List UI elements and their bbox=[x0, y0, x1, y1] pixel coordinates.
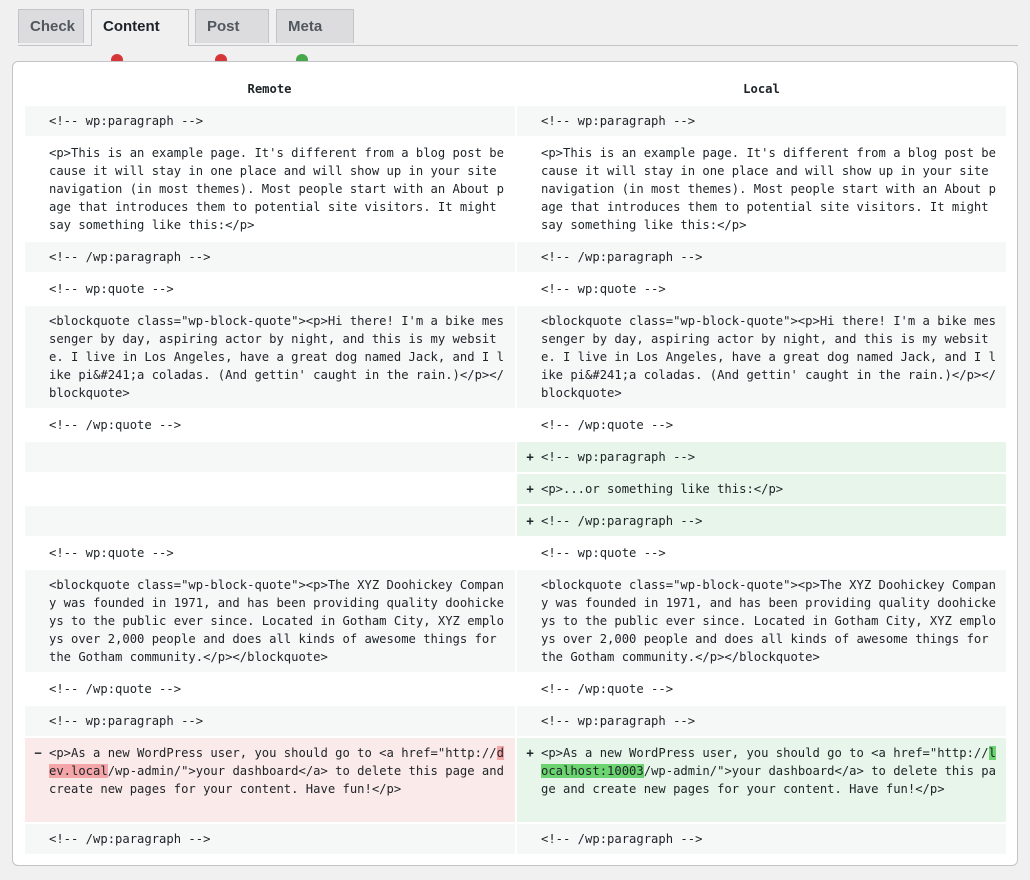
diff-cell-remote: − <p>As a new WordPress user, you should … bbox=[25, 738, 515, 822]
diff-cell-remote: <!-- wp:paragraph --> bbox=[25, 706, 515, 736]
diff-cell-local: <!-- wp:quote --> bbox=[517, 538, 1006, 568]
diff-cell-local: <!-- /wp:quote --> bbox=[517, 410, 1006, 440]
diff-cell-local: <p>This is an example page. It's differe… bbox=[517, 138, 1006, 240]
column-header-remote: Remote bbox=[247, 82, 292, 96]
code-text: <p>This is an example page. It's differe… bbox=[541, 146, 996, 232]
code-text: <!-- /wp:paragraph --> bbox=[49, 832, 211, 846]
code-text: <!-- /wp:quote --> bbox=[49, 418, 182, 432]
diff-cell-remote: <!-- wp:quote --> bbox=[25, 274, 515, 304]
diff-cell-remote bbox=[25, 506, 515, 536]
diff-cell-remote bbox=[25, 474, 515, 504]
plus-icon: + bbox=[526, 482, 534, 496]
diff-cell-local: + <!-- /wp:paragraph --> bbox=[517, 506, 1006, 536]
column-header-local: Local bbox=[743, 82, 780, 96]
tab-meta[interactable]: Meta bbox=[276, 9, 354, 66]
minus-icon: − bbox=[34, 746, 42, 760]
code-text: <p>As a new WordPress user, you should g… bbox=[49, 746, 497, 760]
plus-icon: + bbox=[526, 514, 534, 528]
tab-bar: Check Content Post Meta bbox=[18, 9, 1018, 66]
code-text: <blockquote class="wp-block-quote"><p>Hi… bbox=[49, 314, 504, 400]
diff-cell-local: + <p>As a new WordPress user, you should … bbox=[517, 738, 1006, 822]
code-text: <!-- wp:quote --> bbox=[49, 282, 174, 296]
diff-cell-remote: <!-- /wp:paragraph --> bbox=[25, 242, 515, 272]
diff-cell-local: <!-- wp:paragraph --> bbox=[517, 106, 1006, 136]
tab-check[interactable]: Check bbox=[18, 9, 84, 43]
diff-cell-local: <blockquote class="wp-block-quote"><p>Th… bbox=[517, 570, 1006, 672]
code-text: <p>As a new WordPress user, you should g… bbox=[541, 746, 989, 760]
diff-cell-local: + <p>...or something like this:</p> bbox=[517, 474, 1006, 504]
tab-post[interactable]: Post bbox=[195, 9, 269, 66]
tab-content[interactable]: Content bbox=[91, 9, 189, 66]
tab-label: Post bbox=[207, 18, 240, 35]
code-text: <!-- wp:quote --> bbox=[541, 282, 666, 296]
code-text: <!-- /wp:quote --> bbox=[541, 418, 674, 432]
code-text: <!-- wp:quote --> bbox=[541, 546, 666, 560]
code-text: <!-- wp:paragraph --> bbox=[541, 114, 696, 128]
diff-cell-remote: <!-- wp:quote --> bbox=[25, 538, 515, 568]
code-text: <blockquote class="wp-block-quote"><p>Hi… bbox=[541, 314, 996, 400]
diff-cell-local: <blockquote class="wp-block-quote"><p>Hi… bbox=[517, 306, 1006, 408]
code-text: <!-- wp:paragraph --> bbox=[541, 450, 696, 464]
diff-cell-remote bbox=[25, 442, 515, 472]
code-text: <!-- /wp:paragraph --> bbox=[49, 250, 211, 264]
code-text: <!-- /wp:quote --> bbox=[49, 682, 182, 696]
diff-cell-local: <!-- /wp:quote --> bbox=[517, 674, 1006, 704]
code-text: <p>This is an example page. It's differe… bbox=[49, 146, 504, 232]
diff-cell-local: <!-- /wp:paragraph --> bbox=[517, 242, 1006, 272]
code-text: /wp-admin/">your dashboard</a> to delete… bbox=[49, 764, 512, 796]
code-text: <!-- /wp:paragraph --> bbox=[541, 250, 703, 264]
diff-cell-remote: <!-- wp:paragraph --> bbox=[25, 106, 515, 136]
diff-cell-remote: <!-- /wp:paragraph --> bbox=[25, 824, 515, 854]
tab-label: Content bbox=[103, 18, 160, 35]
code-text: <!-- /wp:paragraph --> bbox=[541, 832, 703, 846]
diff-cell-local: <!-- wp:paragraph --> bbox=[517, 706, 1006, 736]
tab-label: Check bbox=[30, 18, 76, 35]
diff-cell-local: <!-- /wp:paragraph --> bbox=[517, 824, 1006, 854]
code-text: <blockquote class="wp-block-quote"><p>Th… bbox=[49, 578, 504, 664]
tab-label: Meta bbox=[288, 18, 323, 35]
diff-cell-remote: <p>This is an example page. It's differe… bbox=[25, 138, 515, 240]
code-text: <!-- wp:paragraph --> bbox=[541, 714, 696, 728]
code-text: <!-- wp:paragraph --> bbox=[49, 714, 204, 728]
code-text: <p>...or something like this:</p> bbox=[541, 482, 784, 496]
diff-cell-remote: <!-- /wp:quote --> bbox=[25, 674, 515, 704]
code-text: <!-- /wp:quote --> bbox=[541, 682, 674, 696]
diff-cell-remote: <blockquote class="wp-block-quote"><p>Th… bbox=[25, 570, 515, 672]
plus-icon: + bbox=[526, 746, 534, 760]
diff-cell-remote: <!-- /wp:quote --> bbox=[25, 410, 515, 440]
code-text: <blockquote class="wp-block-quote"><p>Th… bbox=[541, 578, 996, 664]
code-text: <!-- wp:paragraph --> bbox=[49, 114, 204, 128]
diff-cell-local: + <!-- wp:paragraph --> bbox=[517, 442, 1006, 472]
code-text: <!-- /wp:paragraph --> bbox=[541, 514, 703, 528]
plus-icon: + bbox=[526, 450, 534, 464]
diff-cell-remote: <blockquote class="wp-block-quote"><p>Hi… bbox=[25, 306, 515, 408]
diff-cell-local: <!-- wp:quote --> bbox=[517, 274, 1006, 304]
code-text: <!-- wp:quote --> bbox=[49, 546, 174, 560]
